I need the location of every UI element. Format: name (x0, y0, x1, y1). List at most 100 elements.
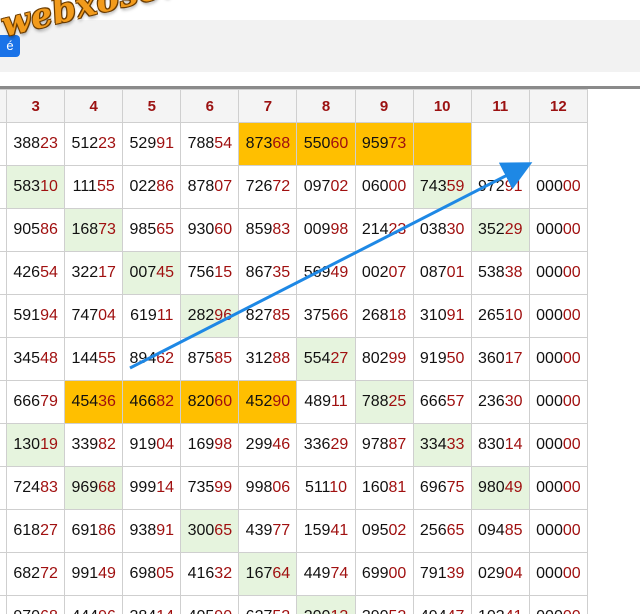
result-cell: 30065 (181, 510, 239, 553)
result-cell (529, 123, 587, 166)
result-cell: 62752 (239, 596, 297, 614)
result-cell: 38823 (7, 123, 65, 166)
result-cell: 35547 (0, 510, 7, 553)
result-cell: 41632 (181, 553, 239, 596)
result-cell: 00000 (529, 338, 587, 381)
result-cell: 00000 (529, 467, 587, 510)
result-cell: 80299 (355, 338, 413, 381)
result-cell: 72672 (239, 166, 297, 209)
result-cell: 51223 (65, 123, 123, 166)
result-cell: 35229 (471, 209, 529, 252)
result-cell: 00207 (355, 252, 413, 295)
result-cell: 00000 (529, 596, 587, 614)
result-cell: 58310 (7, 166, 65, 209)
result-cell: 78825 (355, 381, 413, 424)
result-cell: 44974 (297, 553, 355, 596)
result-cell: 54861 (0, 381, 7, 424)
result-cell: 40590 (181, 596, 239, 614)
result-cell: 23630 (471, 381, 529, 424)
result-cell: 16764 (239, 553, 297, 596)
result-cell: 51110 (297, 467, 355, 510)
table-row: 6782558310111550228687807726720970206000… (0, 166, 588, 209)
column-header: 5 (123, 90, 181, 123)
table-row: 2241397068444963841440590627522001339052… (0, 596, 588, 614)
results-table-container[interactable]: 23456789101112 4084738823512235299178854… (0, 86, 640, 614)
table-row: 0981142654322170074575615867355694900207… (0, 252, 588, 295)
result-cell: 00000 (529, 510, 587, 553)
result-cell: 32217 (65, 252, 123, 295)
result-cell: 39052 (355, 596, 413, 614)
result-cell: 09502 (355, 510, 413, 553)
result-cell: 89462 (123, 338, 181, 381)
result-cell: 69805 (123, 553, 181, 596)
result-cell: 06000 (355, 166, 413, 209)
result-cell: 44496 (65, 596, 123, 614)
result-cell: 68272 (7, 553, 65, 596)
result-cell: 53838 (471, 252, 529, 295)
result-cell: 79139 (413, 553, 471, 596)
result-cell: 96968 (65, 467, 123, 510)
result-cell: 00000 (529, 295, 587, 338)
result-cell: 14455 (65, 338, 123, 381)
result-cell: 02904 (471, 553, 529, 596)
result-cell: 25665 (413, 510, 471, 553)
result-cell: 09702 (297, 166, 355, 209)
table-row: 7103913019339829190416998299463362997887… (0, 424, 588, 467)
result-cell: 97291 (471, 166, 529, 209)
results-table: 23456789101112 4084738823512235299178854… (0, 89, 588, 614)
result-cell: 00745 (123, 252, 181, 295)
result-cell: 67825 (0, 166, 7, 209)
result-cell: 82785 (239, 295, 297, 338)
result-cell: 87807 (181, 166, 239, 209)
header-row: 23456789101112 (0, 90, 588, 123)
table-row: 1854734548144558946287585312885542780299… (0, 338, 588, 381)
result-cell: 95973 (355, 123, 413, 166)
toolbar (0, 20, 640, 72)
table-row: 2472759194747046191128296827853756626818… (0, 295, 588, 338)
result-cell: 33629 (297, 424, 355, 467)
column-header: 10 (413, 90, 471, 123)
result-cell: 02286 (123, 166, 181, 209)
result-cell: 69900 (355, 553, 413, 596)
result-cell: 09811 (0, 252, 7, 295)
result-cell: 52991 (123, 123, 181, 166)
result-cell: 73599 (181, 467, 239, 510)
result-cell: 45290 (239, 381, 297, 424)
result-cell: 24727 (0, 295, 7, 338)
result-cell: 13019 (7, 424, 65, 467)
column-header: 7 (239, 90, 297, 123)
column-header: 3 (7, 90, 65, 123)
result-cell: 91904 (123, 424, 181, 467)
result-cell: 99806 (239, 467, 297, 510)
result-cell: 55427 (297, 338, 355, 381)
result-cell: 43977 (239, 510, 297, 553)
result-cell: 78854 (181, 123, 239, 166)
result-cell: 72483 (7, 467, 65, 510)
result-cell: 75615 (181, 252, 239, 295)
column-header: 4 (65, 90, 123, 123)
table-row: 3554761827691869389130065439771594109502… (0, 510, 588, 553)
result-cell: 37566 (297, 295, 355, 338)
table-row: 4084738823512235299178854873685506095973 (0, 123, 588, 166)
result-cell: 87585 (181, 338, 239, 381)
result-cell: 69186 (65, 510, 123, 553)
result-cell: 00998 (297, 209, 355, 252)
result-cell: 33433 (413, 424, 471, 467)
result-cell: 42654 (7, 252, 65, 295)
result-cell: 93060 (181, 209, 239, 252)
result-cell: 40847 (0, 123, 7, 166)
result-cell: 31091 (413, 295, 471, 338)
column-header: 12 (529, 90, 587, 123)
result-cell: 66679 (7, 381, 65, 424)
table-row: 1233090586168739856593060859830099821423… (0, 209, 588, 252)
result-cell: 15941 (297, 510, 355, 553)
table-row: 0366468272991496980541632167644497469900… (0, 553, 588, 596)
result-cell: 16081 (355, 467, 413, 510)
result-cell: 59194 (7, 295, 65, 338)
result-cell: 97887 (355, 424, 413, 467)
result-cell: 90586 (7, 209, 65, 252)
result-cell: 45436 (65, 381, 123, 424)
result-cell: 28296 (181, 295, 239, 338)
result-cell: 18547 (0, 338, 7, 381)
result-cell: 22413 (0, 596, 7, 614)
